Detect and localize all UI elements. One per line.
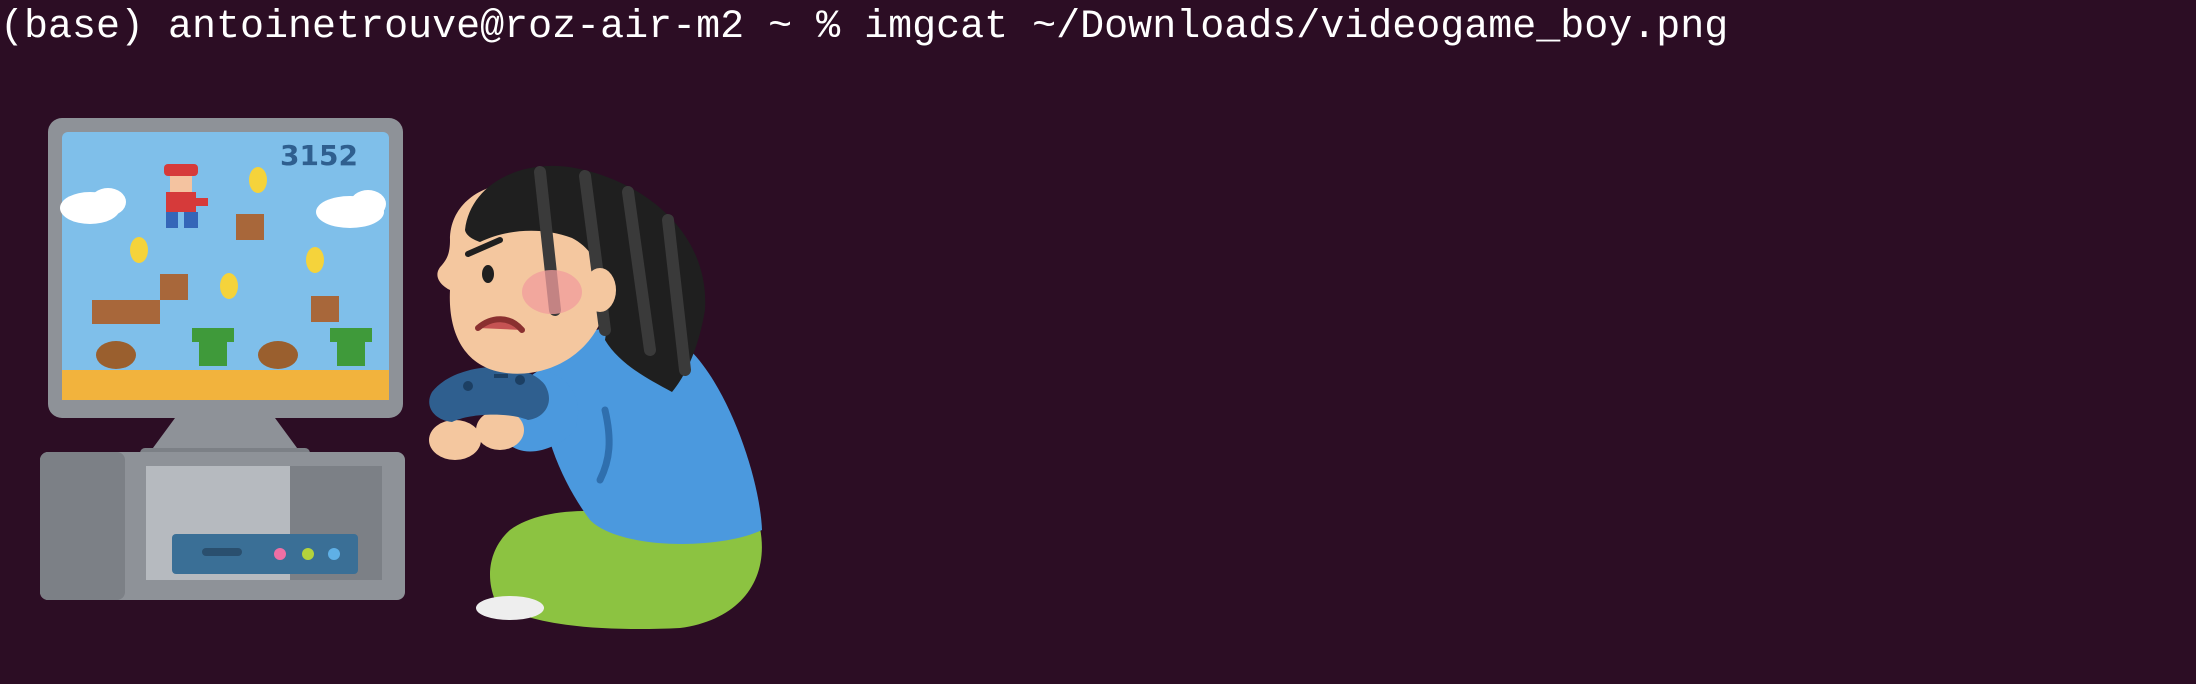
ear <box>584 268 616 312</box>
brick-block <box>92 300 160 324</box>
ground <box>62 370 389 400</box>
command-line: (base) antoinetrouve@roz-air-m2 ~ % imgc… <box>0 2 1728 54</box>
enemy <box>96 341 136 369</box>
terminal-window[interactable]: (base) antoinetrouve@roz-air-m2 ~ % imgc… <box>0 0 2196 684</box>
coin <box>249 167 267 193</box>
cheek <box>522 270 582 314</box>
brick-block <box>311 296 339 322</box>
eye <box>482 265 494 283</box>
boy-character <box>429 165 762 630</box>
command-text: imgcat ~/Downloads/videogame_boy.png <box>864 5 1729 50</box>
game-controller <box>429 366 549 422</box>
coin <box>306 247 324 273</box>
shoe <box>476 596 544 620</box>
shell-prompt: (base) antoinetrouve@roz-air-m2 ~ % <box>0 5 865 50</box>
brick-block <box>160 274 188 300</box>
tv-monitor: 3152 <box>48 118 403 460</box>
hand <box>429 420 481 460</box>
brick-block <box>236 214 264 240</box>
coin <box>130 237 148 263</box>
enemy <box>258 341 298 369</box>
tv-cabinet <box>40 452 405 600</box>
game-score: 3152 <box>280 139 358 172</box>
videogame-boy-image: 3152 <box>40 118 762 630</box>
coin <box>220 273 238 299</box>
